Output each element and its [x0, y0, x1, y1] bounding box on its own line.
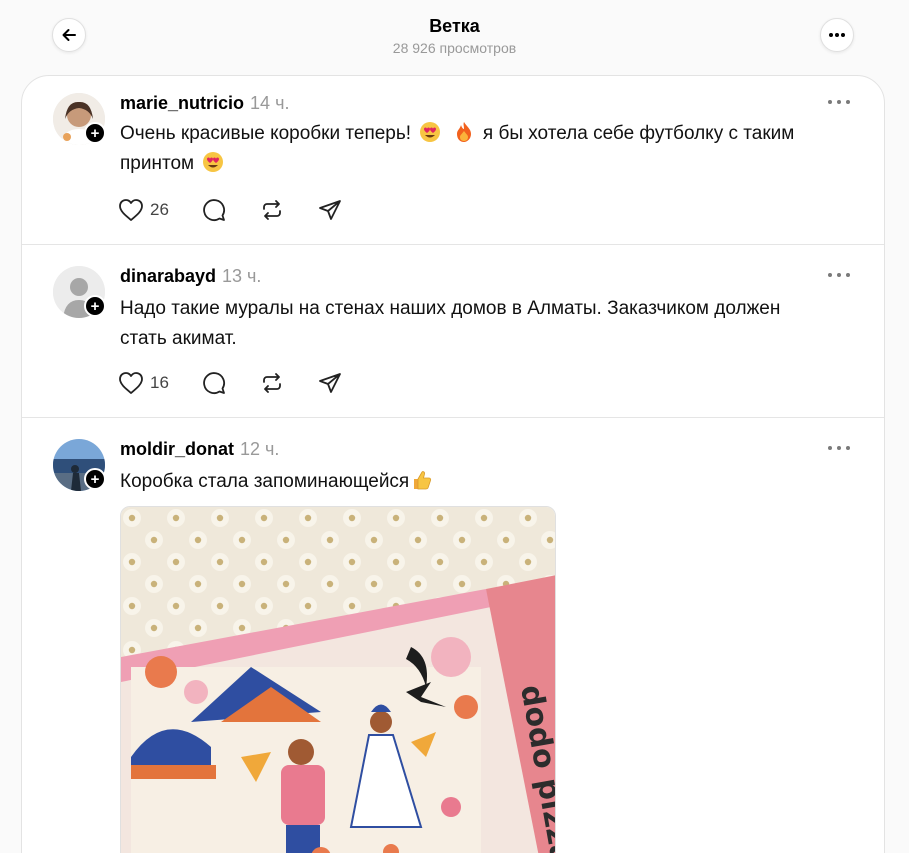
post-item: + marie_nutricio 14 ч. Очень красивые кор… [22, 76, 884, 244]
dot [846, 446, 850, 450]
follow-button[interactable]: + [84, 122, 106, 144]
post-text-part: я бы хотела себе футболку с таким [482, 123, 795, 144]
share-button[interactable] [318, 198, 342, 222]
like-button[interactable]: 16 [118, 371, 202, 395]
repost-icon [263, 200, 281, 220]
post-image[interactable]: dodo pizza [120, 506, 556, 853]
heart-icon [119, 199, 143, 221]
post-menu-button[interactable] [828, 443, 850, 453]
post-text: Надо такие муралы на стенах наших домов … [120, 298, 781, 349]
like-count: 26 [150, 200, 169, 219]
plus-icon: + [90, 470, 100, 488]
thread-feed: + marie_nutricio 14 ч. Очень красивые кор… [21, 75, 885, 853]
dot [828, 446, 832, 450]
thread-header: Ветка 28 926 просмотров [0, 0, 909, 76]
plus-icon: + [90, 124, 100, 142]
post-text-part: принтом [120, 153, 195, 174]
username-text[interactable]: dinarabayd [120, 266, 216, 286]
post-menu-button[interactable] [828, 270, 850, 280]
comment-button[interactable] [202, 198, 260, 222]
more-horizontal-icon [829, 33, 845, 37]
comment-icon [203, 372, 225, 394]
dot [828, 100, 832, 104]
username[interactable]: marie_nutricio 14 ч. [120, 93, 289, 114]
comment-icon [203, 199, 225, 221]
post-text-part: Коробка стала запоминающейся [120, 471, 410, 492]
heart-eyes-emoji [420, 122, 441, 142]
page-title: Ветка [429, 16, 480, 36]
dot [837, 446, 841, 450]
post-menu-button[interactable] [828, 97, 850, 107]
share-icon [319, 200, 341, 220]
post-time: 13 ч. [222, 266, 262, 286]
dot [846, 273, 850, 277]
comment-button[interactable] [202, 371, 260, 395]
post-text: Очень красивые коробки теперь! я бы хоте… [120, 119, 840, 179]
username-text[interactable]: marie_nutricio [120, 93, 244, 113]
fire-emoji [456, 122, 471, 142]
dot [846, 100, 850, 104]
heart-eyes-emoji [203, 152, 224, 172]
username[interactable]: moldir_donat 12 ч. [120, 439, 279, 460]
post-actions: 16 [118, 369, 342, 397]
username-text[interactable]: moldir_donat [120, 439, 234, 459]
post-actions: 26 [118, 196, 342, 224]
post-item: + dinarabayd 13 ч. Надо такие муралы на с… [22, 245, 884, 417]
repost-button[interactable] [260, 371, 318, 395]
plus-icon: + [90, 297, 100, 315]
post-time: 12 ч. [240, 439, 280, 459]
post-time: 14 ч. [250, 93, 290, 113]
post-text-part: Очень красивые коробки теперь! [120, 123, 412, 144]
thumbs-up-emoji [414, 471, 432, 490]
follow-button[interactable]: + [84, 468, 106, 490]
post-text: Коробка стала запоминающейся [120, 467, 840, 497]
repost-icon [263, 373, 281, 393]
share-button[interactable] [318, 371, 342, 395]
like-count: 16 [150, 373, 169, 392]
dot [828, 273, 832, 277]
dot [837, 273, 841, 277]
username[interactable]: dinarabayd 13 ч. [120, 266, 261, 287]
like-button[interactable]: 26 [118, 198, 202, 222]
heart-icon [119, 372, 143, 394]
pizza-box-photo: dodo pizza [121, 507, 555, 853]
share-icon [319, 373, 341, 393]
follow-button[interactable]: + [84, 295, 106, 317]
more-options-button[interactable] [820, 18, 854, 52]
view-count: 28 926 просмотров [392, 40, 517, 56]
dot [837, 100, 841, 104]
repost-button[interactable] [260, 198, 318, 222]
